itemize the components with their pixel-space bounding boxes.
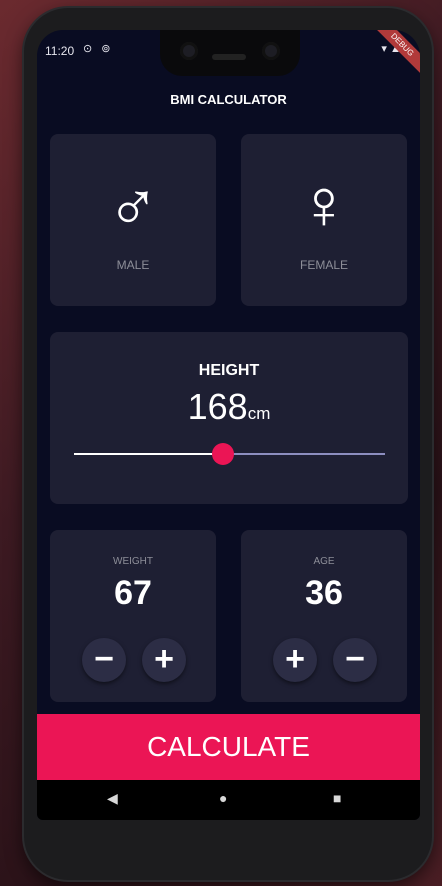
home-icon[interactable]: ●	[219, 790, 227, 806]
height-slider-active-track[interactable]	[74, 453, 224, 455]
recents-icon[interactable]: ■	[333, 790, 341, 806]
height-slider-inactive-track[interactable]	[223, 453, 385, 455]
weight-value: 67	[114, 574, 152, 612]
male-card[interactable]: ♂ MALE	[50, 134, 216, 306]
camera-icon	[262, 42, 280, 60]
system-nav-bar: ◀ ● ■	[37, 780, 420, 820]
app-title: BMI CALCULATOR	[170, 92, 287, 107]
height-title: HEIGHT	[198, 362, 260, 379]
height-card: HEIGHT 168cm	[50, 332, 408, 504]
female-symbol-icon: ♀	[297, 165, 351, 243]
weight-minus-button[interactable]: −	[82, 638, 126, 682]
status-time: 11:20	[45, 44, 75, 58]
male-label: MALE	[116, 258, 150, 272]
notification-icons: ⊙ ⊚	[83, 43, 114, 55]
calculate-button[interactable]: CALCULATE	[37, 714, 420, 780]
speaker-grille	[212, 54, 246, 60]
height-slider-thumb[interactable]	[212, 443, 235, 465]
age-card: AGE 36 + −	[241, 530, 407, 702]
female-card[interactable]: ♀ FEMALE	[241, 134, 407, 306]
camera-icon	[180, 42, 198, 60]
weight-plus-button[interactable]: +	[142, 638, 186, 682]
back-icon[interactable]: ◀	[107, 790, 118, 807]
height-value: 168	[187, 386, 248, 427]
age-plus-button[interactable]: +	[273, 638, 317, 682]
male-symbol-icon: ♂	[106, 165, 160, 243]
female-label: FEMALE	[299, 258, 348, 272]
age-value: 36	[305, 574, 343, 612]
camera-notch	[160, 30, 300, 76]
weight-card: WEIGHT 67 − +	[50, 530, 216, 702]
height-readout: 168cm	[50, 386, 408, 428]
age-label: AGE	[313, 556, 335, 567]
age-minus-button[interactable]: −	[333, 638, 377, 682]
app-screen: 11:20 ⊙ ⊚ ▾ ▲ ▮ DEBUG BMI CALCULATOR ♂ M…	[37, 30, 420, 820]
weight-label: WEIGHT	[113, 556, 153, 567]
height-unit: cm	[247, 404, 271, 423]
